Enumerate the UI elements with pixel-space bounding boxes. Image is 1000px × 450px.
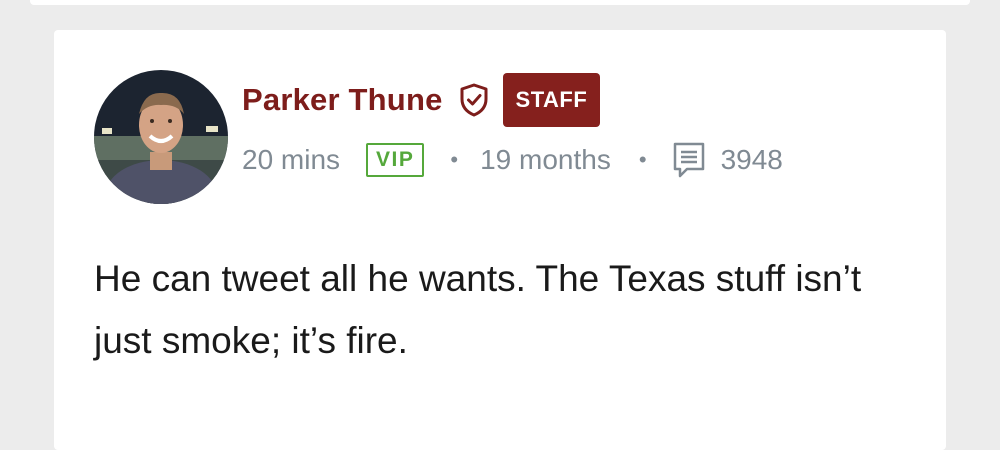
vip-badge: VIP	[366, 143, 425, 177]
post-count: 3948	[720, 144, 783, 175]
avatar[interactable]	[94, 70, 228, 204]
forum-post-card: Parker Thune STAFF 20 mins VIP • 19 mont…	[54, 30, 946, 450]
avatar-photo	[94, 70, 228, 204]
previous-post-card	[30, 0, 970, 5]
post-body: He can tweet all he wants. The Texas stu…	[94, 258, 862, 361]
membership-duration: 19 months	[480, 144, 611, 175]
separator-dot: •	[450, 147, 459, 172]
message-lines-icon	[669, 140, 709, 180]
staff-badge: STAFF	[502, 73, 601, 127]
author-name[interactable]: Parker Thune	[242, 82, 443, 118]
author-row: Parker Thune STAFF	[242, 73, 601, 127]
separator-dot: •	[638, 147, 647, 172]
post-meta: 20 mins VIP • 19 months • 3948	[242, 140, 783, 180]
post-time: 20 mins	[242, 144, 341, 175]
shield-check-icon	[457, 82, 491, 118]
